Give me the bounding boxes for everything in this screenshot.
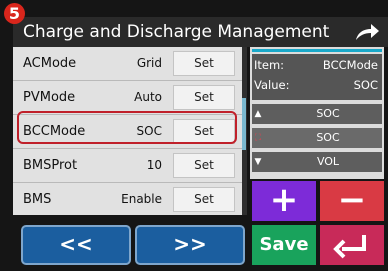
option-label: VOL (316, 155, 340, 168)
page-title: Charge and Discharge Management (23, 22, 330, 42)
title-bar: Charge and Discharge Management (13, 17, 388, 47)
row-name: ACMode (23, 56, 77, 71)
row-value: Auto (134, 90, 162, 104)
list-row-bms: BMS Enable Set (13, 183, 242, 215)
minus-icon: − (337, 180, 367, 220)
row-value: Grid (136, 56, 162, 70)
enter-button[interactable] (320, 225, 384, 265)
option-item[interactable]: ▼ VOL (252, 152, 382, 172)
row-value: 10 (146, 158, 162, 172)
option-label: SOC (316, 131, 340, 144)
list-row-pvmode: PVMode Auto Set (13, 81, 242, 115)
plus-icon: + (269, 180, 299, 220)
row-value: Enable (121, 192, 162, 206)
scrollbar-thumb[interactable] (242, 98, 246, 150)
list-row-acmode: ACMode Grid Set (13, 47, 242, 81)
expand-icon[interactable]: ⛶ (253, 128, 263, 148)
set-button-bms[interactable]: Set (173, 187, 235, 212)
item-label: Item: (254, 58, 285, 72)
scroll-down-icon[interactable]: ▼ (253, 152, 263, 172)
next-page-button[interactable]: >> (135, 225, 245, 265)
info-box: Item: BCCMode Value: SOC (252, 54, 382, 100)
step-badge: 5 (4, 3, 25, 24)
scroll-up-icon[interactable]: ▲ (253, 104, 263, 124)
value-value: SOC (353, 78, 378, 92)
list-row-bmsprot: BMSProt 10 Set (13, 149, 242, 183)
decrement-button[interactable]: − (320, 181, 384, 221)
set-button-acmode[interactable]: Set (173, 51, 235, 76)
panel-accent-bar (252, 49, 382, 52)
value-label: Value: (254, 78, 290, 92)
selected-row-highlight (17, 111, 237, 144)
option-item[interactable]: ▲ SOC (252, 104, 382, 124)
set-button-pvmode[interactable]: Set (173, 85, 235, 110)
row-name: BMS (23, 192, 52, 207)
increment-button[interactable]: + (252, 181, 316, 221)
share-arrow-icon[interactable] (354, 22, 380, 42)
option-label: SOC (316, 107, 340, 120)
save-button[interactable]: Save (252, 225, 316, 265)
prev-page-button[interactable]: << (21, 225, 131, 265)
item-value: BCCMode (322, 58, 378, 72)
row-name: BMSProt (23, 158, 78, 173)
set-button-bmsprot[interactable]: Set (173, 153, 235, 178)
option-item[interactable]: ⛶ SOC (252, 128, 382, 148)
enter-return-icon (333, 235, 366, 259)
row-name: PVMode (23, 90, 76, 105)
